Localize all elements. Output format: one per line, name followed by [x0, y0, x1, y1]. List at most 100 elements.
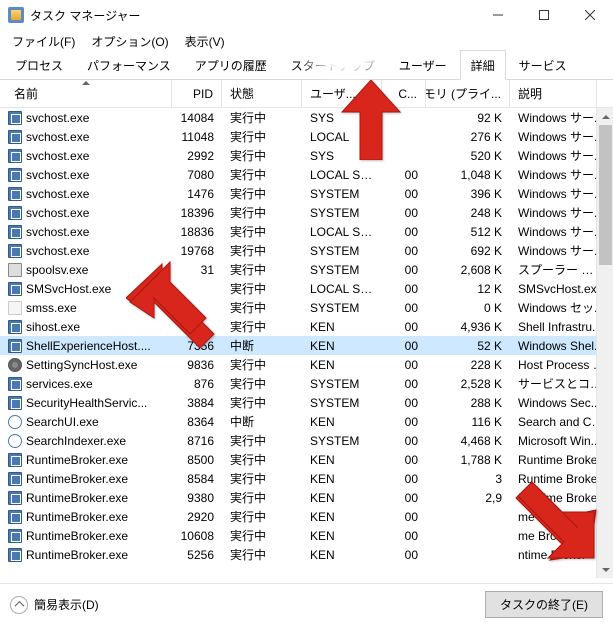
- table-row[interactable]: ShellExperienceHost....7356中断KEN0052 KWi…: [0, 336, 613, 355]
- col-pid[interactable]: PID: [172, 80, 222, 107]
- cell-memory: 396 K: [426, 187, 510, 201]
- cell-cpu: 00: [382, 548, 426, 562]
- col-cpu[interactable]: C...: [382, 80, 426, 107]
- cell-user: SYSTEM: [302, 396, 382, 410]
- table-row[interactable]: smss.exe実行中SYSTEM000 KWindows セッ...: [0, 298, 613, 317]
- cell-status: 実行中: [222, 204, 302, 221]
- table-row[interactable]: RuntimeBroker.exe5256実行中KEN00ntime Broke…: [0, 545, 613, 564]
- table-row[interactable]: spoolsv.exe31実行中SYSTEM002,608 Kスプーラー サブシ…: [0, 260, 613, 279]
- end-task-button[interactable]: タスクの終了(E): [485, 591, 603, 618]
- process-icon: [8, 168, 22, 182]
- cell-user: LOCAL: [302, 130, 382, 144]
- app-icon: [8, 7, 24, 23]
- scroll-up-button[interactable]: [597, 108, 613, 125]
- cell-cpu: 00: [382, 434, 426, 448]
- cell-pid: 19768: [172, 244, 222, 258]
- tab-startup[interactable]: スタートアップ: [280, 50, 386, 79]
- table-row[interactable]: svchost.exe1476実行中SYSTEM00396 KWindows サ…: [0, 184, 613, 203]
- process-name: svchost.exe: [26, 206, 89, 220]
- table-row[interactable]: sihost.exe実行中KEN004,936 KShell Infrastru…: [0, 317, 613, 336]
- cell-cpu: 00: [382, 453, 426, 467]
- process-name: RuntimeBroker.exe: [26, 529, 128, 543]
- cell-status: 実行中: [222, 432, 302, 449]
- cell-status: 実行中: [222, 128, 302, 145]
- maximize-button[interactable]: [521, 0, 567, 30]
- close-button[interactable]: [567, 0, 613, 30]
- table-row[interactable]: RuntimeBroker.exe2920実行中KEN00me Broker: [0, 507, 613, 526]
- col-status[interactable]: 状態: [222, 80, 302, 107]
- table-row[interactable]: svchost.exe7080実行中LOCAL SE...001,048 KWi…: [0, 165, 613, 184]
- table-row[interactable]: svchost.exe11048実行中LOCAL276 KWindows サー.…: [0, 127, 613, 146]
- cell-cpu: 00: [382, 206, 426, 220]
- tab-performance[interactable]: パフォーマンス: [76, 50, 182, 79]
- cell-memory: 2,608 K: [426, 263, 510, 277]
- table-row[interactable]: SMSvcHost.exe実行中LOCAL SE...0012 KSMSvcHo…: [0, 279, 613, 298]
- cell-status: 実行中: [222, 508, 302, 525]
- cell-memory: 116 K: [426, 415, 510, 429]
- menu-file[interactable]: ファイル(F): [6, 31, 81, 52]
- process-name: SMSvcHost.exe: [26, 282, 111, 296]
- col-user[interactable]: ユーザ...: [302, 80, 382, 107]
- col-description[interactable]: 説明: [510, 80, 596, 107]
- cell-pid: 8716: [172, 434, 222, 448]
- tab-services[interactable]: サービス: [508, 50, 578, 79]
- window-title: タスク マネージャー: [30, 7, 475, 24]
- process-icon: [8, 149, 22, 163]
- cell-memory: 2,9: [426, 491, 510, 505]
- table-row[interactable]: SearchIndexer.exe8716実行中SYSTEM004,468 KM…: [0, 431, 613, 450]
- process-name: RuntimeBroker.exe: [26, 510, 128, 524]
- table-row[interactable]: RuntimeBroker.exe8584実行中KEN003Runtime Br…: [0, 469, 613, 488]
- process-table: svchost.exe14084実行中SYS92 KWindows サー... s…: [0, 108, 613, 578]
- table-row[interactable]: RuntimeBroker.exe10608実行中KEN00me Broker: [0, 526, 613, 545]
- cell-status: 実行中: [222, 185, 302, 202]
- minimize-button[interactable]: [475, 0, 521, 30]
- table-row[interactable]: SettingSyncHost.exe9836実行中KEN00228 KHost…: [0, 355, 613, 374]
- titlebar[interactable]: タスク マネージャー: [0, 0, 613, 30]
- cell-status: 実行中: [222, 318, 302, 335]
- table-row[interactable]: SearchUI.exe8364中断KEN00116 KSearch and C…: [0, 412, 613, 431]
- table-row[interactable]: svchost.exe19768実行中SYSTEM00692 KWindows …: [0, 241, 613, 260]
- cell-cpu: 00: [382, 263, 426, 277]
- cell-cpu: 00: [382, 415, 426, 429]
- table-row[interactable]: svchost.exe2992実行中SYS520 KWindows サー...: [0, 146, 613, 165]
- cell-pid: 10608: [172, 529, 222, 543]
- cell-pid: 31: [172, 263, 222, 277]
- cell-user: KEN: [302, 510, 382, 524]
- table-row[interactable]: RuntimeBroker.exe9380実行中KEN002,9Runtime …: [0, 488, 613, 507]
- scroll-down-button[interactable]: [597, 561, 613, 578]
- table-row[interactable]: svchost.exe18836実行中LOCAL SE...00512 KWin…: [0, 222, 613, 241]
- simple-view-toggle[interactable]: 簡易表示(D): [10, 596, 99, 614]
- table-row[interactable]: SecurityHealthServic...3884実行中SYSTEM0028…: [0, 393, 613, 412]
- tab-apphistory[interactable]: アプリの履歴: [184, 50, 278, 79]
- scroll-thumb[interactable]: [599, 125, 612, 265]
- table-row[interactable]: svchost.exe14084実行中SYS92 KWindows サー...: [0, 108, 613, 127]
- cell-memory: 4,468 K: [426, 434, 510, 448]
- menu-options[interactable]: オプション(O): [85, 31, 174, 52]
- process-icon: [8, 377, 22, 391]
- process-name: svchost.exe: [26, 187, 89, 201]
- cell-status: 実行中: [222, 546, 302, 563]
- table-row[interactable]: RuntimeBroker.exe8500実行中KEN001,788 KRunt…: [0, 450, 613, 469]
- col-name[interactable]: 名前: [0, 80, 172, 107]
- process-icon: [8, 206, 22, 220]
- vertical-scrollbar[interactable]: [596, 108, 613, 578]
- cell-cpu: 00: [382, 301, 426, 315]
- process-icon: [8, 472, 22, 486]
- table-row[interactable]: services.exe876実行中SYSTEM002,528 Kサービスとコン…: [0, 374, 613, 393]
- process-icon: [8, 301, 22, 315]
- cell-cpu: 00: [382, 510, 426, 524]
- process-icon: [8, 187, 22, 201]
- column-headers: 名前 PID 状態 ユーザ... C... メモリ (プライ... 説明: [0, 80, 613, 108]
- cell-pid: 9836: [172, 358, 222, 372]
- col-memory[interactable]: メモリ (プライ...: [426, 80, 510, 107]
- menu-view[interactable]: 表示(V): [179, 31, 231, 52]
- cell-cpu: 00: [382, 187, 426, 201]
- process-name: RuntimeBroker.exe: [26, 453, 128, 467]
- tab-processes[interactable]: プロセス: [4, 50, 74, 79]
- process-name: SearchUI.exe: [26, 415, 99, 429]
- tab-details[interactable]: 詳細: [460, 50, 506, 80]
- table-row[interactable]: svchost.exe18396実行中SYSTEM00248 KWindows …: [0, 203, 613, 222]
- cell-memory: 3: [426, 472, 510, 486]
- tab-users[interactable]: ユーザー: [388, 50, 458, 79]
- cell-memory: 276 K: [426, 130, 510, 144]
